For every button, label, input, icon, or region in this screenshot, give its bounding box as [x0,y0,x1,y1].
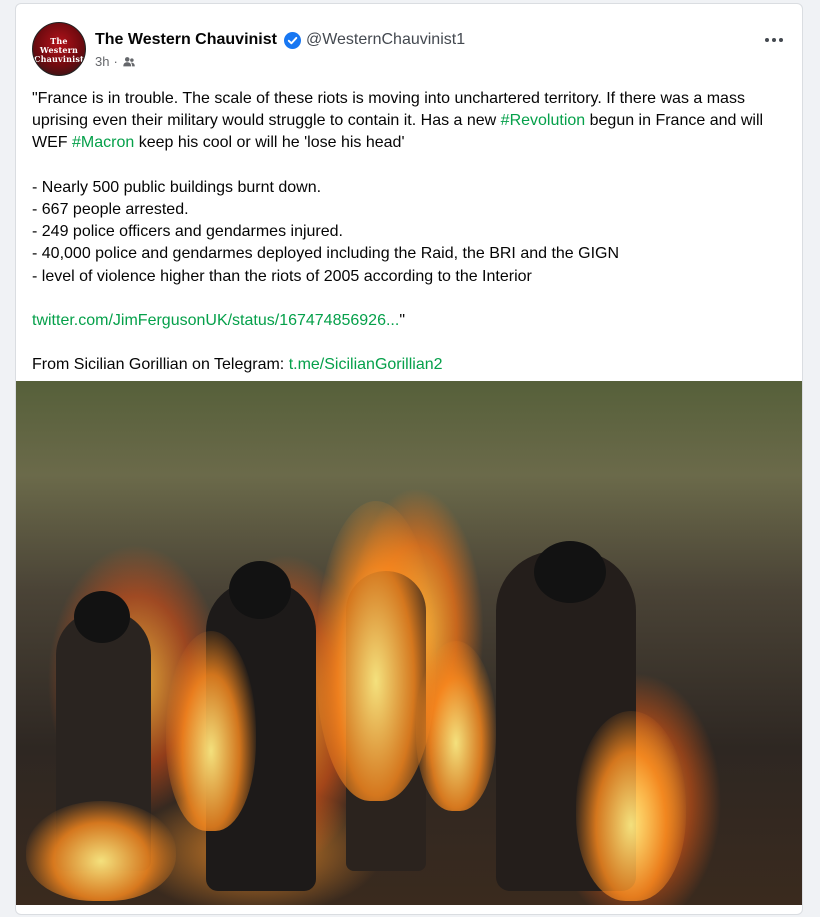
post-header: The Western Chauvinist The Western Chauv… [16,4,802,84]
helmet [534,541,606,603]
avatar-logo-text: The Western Chauvinist [34,36,84,64]
more-options-button[interactable] [760,28,788,52]
timestamp[interactable]: 3h [95,54,109,69]
author-name[interactable]: The Western Chauvinist [95,31,277,49]
verified-badge-icon [283,31,301,49]
helmet [74,591,130,643]
bullet-item: - level of violence higher than the riot… [32,267,532,285]
more-options-icon [765,38,769,42]
author-handle[interactable]: @WesternChauvinist1 [306,31,465,49]
fire-flame [416,641,496,811]
fire-flame [166,631,256,831]
meta-separator: · [113,54,118,69]
more-options-icon [772,38,776,42]
telegram-link[interactable]: t.me/SicilianGorillian2 [289,356,443,373]
bullet-item: - 667 people arrested. [32,201,189,218]
post-meta: 3h · [95,54,136,69]
source-line: From Sicilian Gorillian on Telegram: t.m… [32,354,792,376]
quote-text: keep his cool or will he 'lose his head' [134,134,405,152]
author-row: The Western Chauvinist @WesternChauvinis… [95,28,465,52]
hashtag-revolution[interactable]: #Revolution [501,112,586,129]
bullet-item: - 249 police officers and gendarmes inju… [32,223,343,241]
twitter-link[interactable]: twitter.com/JimFergusonUK/status/1674748… [32,312,399,329]
quote-close: " [399,312,405,329]
more-options-icon [779,38,783,42]
fire-flame [26,801,176,901]
post-body: "France is in trouble. The scale of thes… [32,88,792,377]
avatar[interactable]: The Western Chauvinist [32,22,86,76]
friends-audience-icon[interactable] [122,55,136,69]
twitter-link-line: twitter.com/JimFergusonUK/status/1674748… [32,310,792,332]
hashtag-macron[interactable]: #Macron [72,134,134,151]
source-prefix: From Sicilian Gorillian on Telegram: [32,356,289,374]
fire-flame [576,711,686,901]
helmet [229,561,291,619]
post-quote: "France is in trouble. The scale of thes… [32,88,792,155]
post-photo[interactable] [16,381,802,905]
bullet-item: - 40,000 police and gendarmes deployed i… [32,245,620,263]
post-card: The Western Chauvinist The Western Chauv… [15,3,803,915]
bullet-item: - Nearly 500 public buildings burnt down… [32,178,322,196]
